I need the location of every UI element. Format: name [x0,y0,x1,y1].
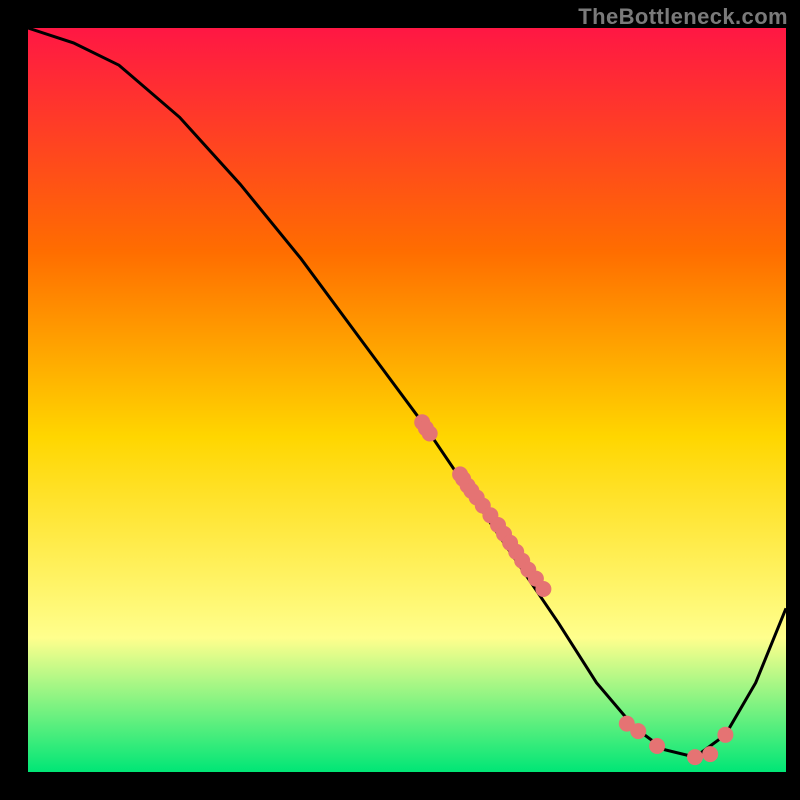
data-dot [535,581,551,597]
chart-frame: TheBottleneck.com [0,0,800,800]
bottleneck-curve-chart [0,0,800,800]
watermark-text: TheBottleneck.com [578,4,788,30]
data-dot [687,749,703,765]
data-dot [702,746,718,762]
data-dot [630,723,646,739]
data-dot [422,426,438,442]
data-dot [649,738,665,754]
data-dot [717,727,733,743]
